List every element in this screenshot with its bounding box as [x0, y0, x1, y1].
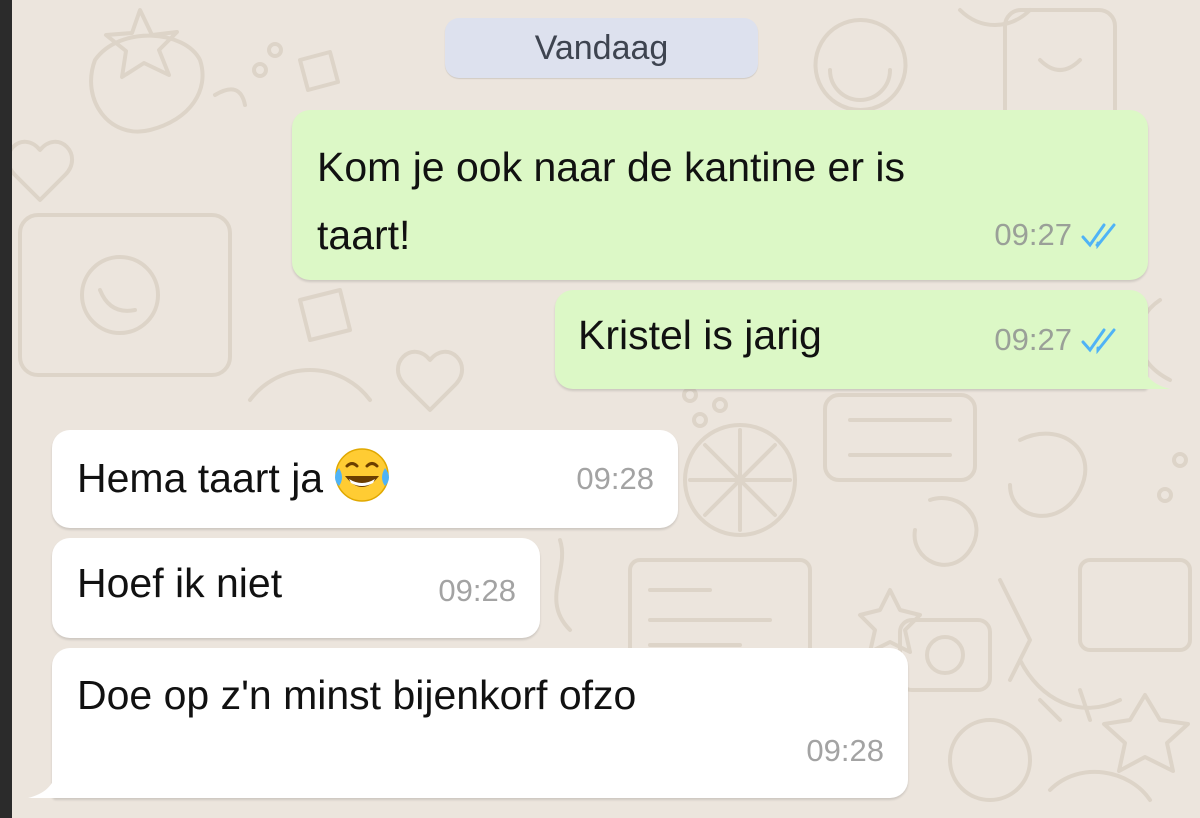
message-meta: 09:28: [806, 720, 884, 782]
message-time: 09:27: [994, 322, 1072, 357]
message-meta: 09:27: [994, 204, 1126, 266]
message-time: 09:28: [576, 461, 654, 496]
outgoing-message-bubble[interactable]: Kom je ook naar de kantine er is taart! …: [292, 110, 1148, 280]
left-edge-frame: [0, 0, 12, 818]
face-with-tears-of-joy-icon: [335, 448, 390, 502]
message-time: 09:28: [438, 573, 516, 608]
message-meta: 09:27: [994, 309, 1126, 371]
outgoing-message-bubble[interactable]: Kristel is jarig 09:27: [555, 290, 1170, 389]
bubble-tail: [1140, 359, 1170, 389]
message-meta: 09:28: [438, 560, 516, 622]
read-double-check-icon: [1081, 223, 1116, 249]
message-text: Hoef ik niet: [77, 560, 283, 606]
message-text: Hema taart ja: [77, 444, 393, 509]
message-text: Doe op z'n minst bijenkorf ofzo: [77, 672, 637, 718]
bubble-tail: [28, 768, 58, 798]
date-separator-label: Vandaag: [534, 28, 669, 67]
message-meta: 09:28: [576, 448, 654, 510]
incoming-message-bubble[interactable]: Doe op z'n minst bijenkorf ofzo 09:28: [28, 648, 908, 798]
message-text-line: Kom je ook naar de kantine er is: [317, 144, 905, 190]
message-text-content: Hema taart ja: [77, 455, 324, 501]
date-separator: Vandaag: [445, 18, 758, 78]
message-text-line: taart!: [317, 212, 411, 258]
incoming-message-bubble[interactable]: Hema taart ja 09:28: [52, 430, 678, 528]
message-time: 09:27: [994, 217, 1072, 252]
read-double-check-icon: [1081, 328, 1116, 354]
incoming-message-bubble[interactable]: Hoef ik niet 09:28: [52, 538, 540, 638]
message-text: Kristel is jarig: [578, 312, 822, 358]
message-time: 09:28: [806, 733, 884, 768]
